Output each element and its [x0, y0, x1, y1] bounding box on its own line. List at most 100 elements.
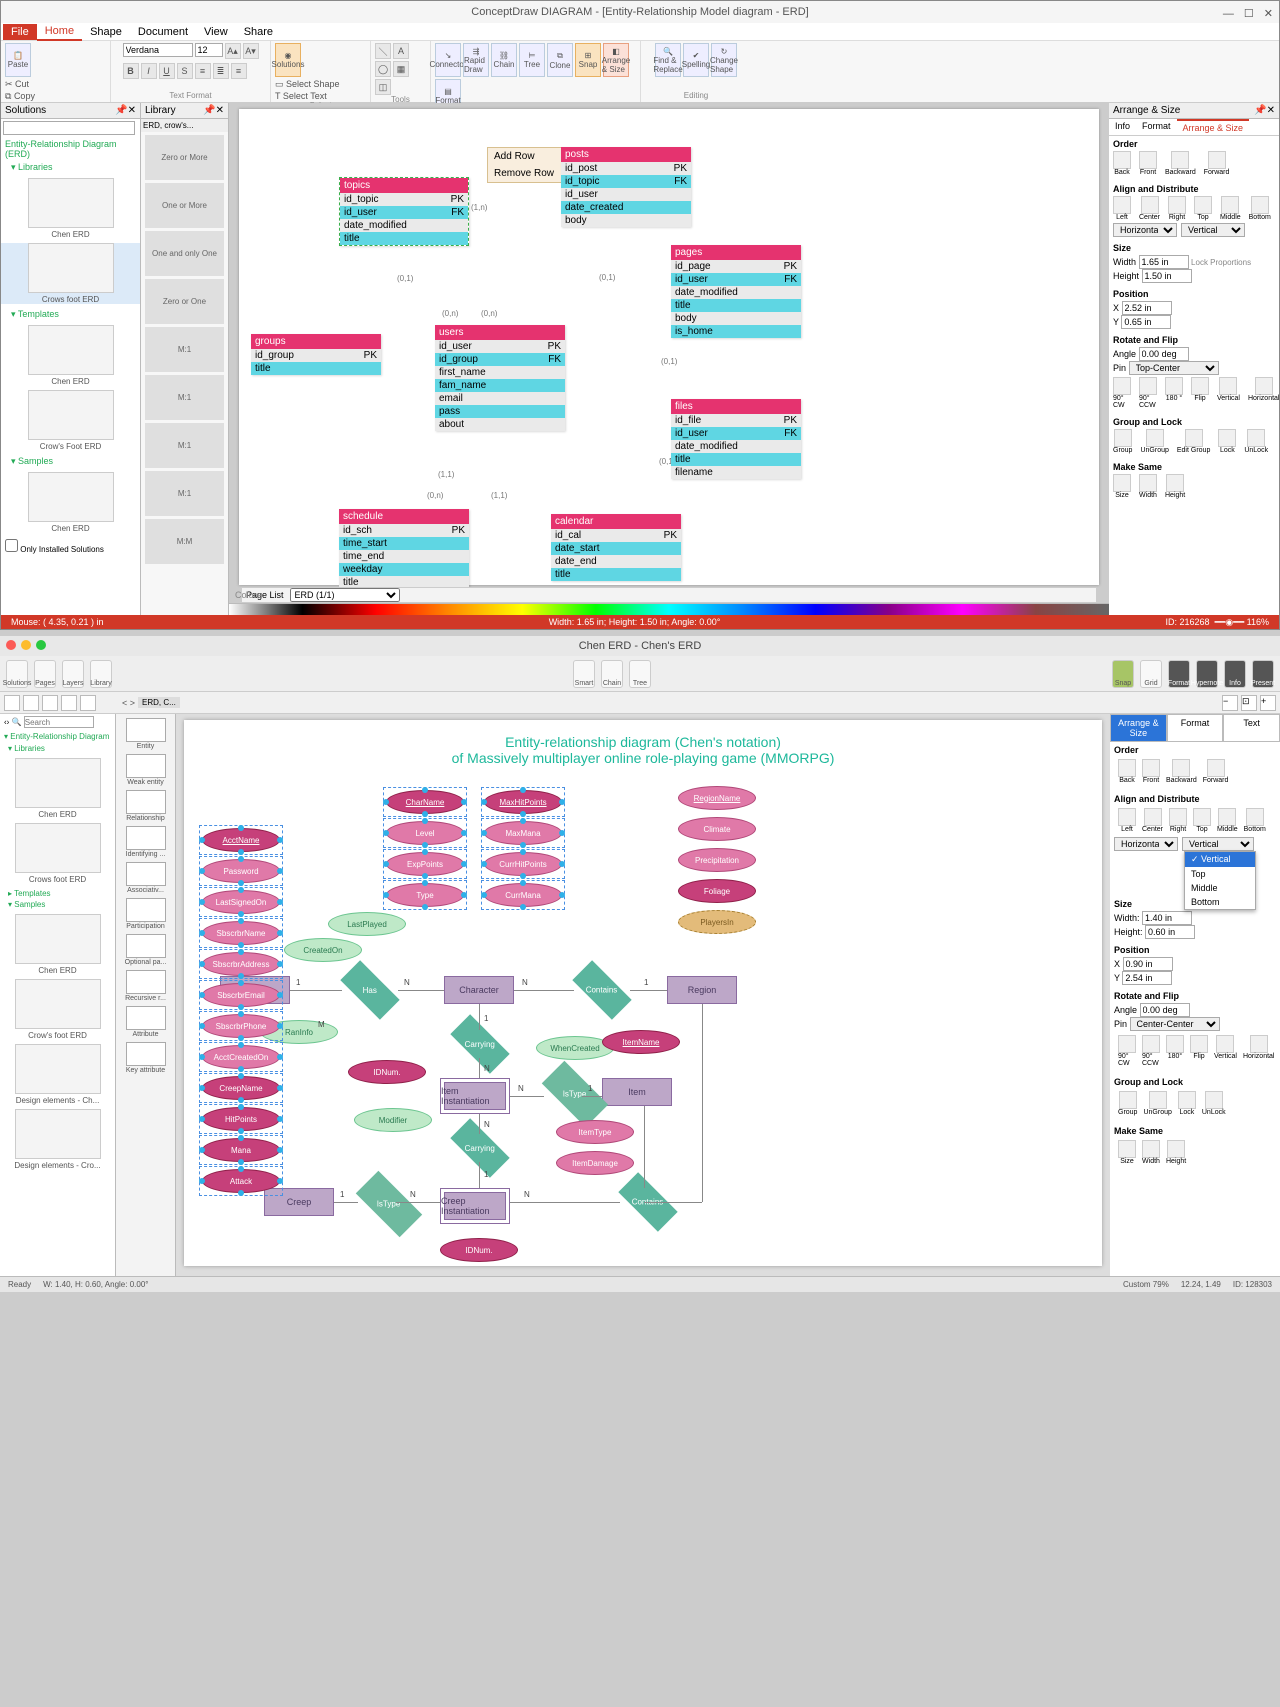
- entity-character[interactable]: Character: [444, 976, 514, 1004]
- tree-samples[interactable]: ▾ Samples: [1, 455, 140, 468]
- vert-menu-bottom[interactable]: Bottom: [1185, 895, 1255, 909]
- entity-posts[interactable]: postsid_postPKid_topicFKid_userdate_crea…: [561, 147, 691, 227]
- bold-icon[interactable]: B: [123, 63, 139, 79]
- btn-horizontal[interactable]: Horizontal: [1248, 377, 1279, 409]
- btn-center[interactable]: Center: [1142, 808, 1163, 833]
- attr-playersin[interactable]: PlayersIn: [678, 910, 756, 934]
- erase-tool-icon[interactable]: ◫: [375, 79, 391, 95]
- tb-pages[interactable]: Pages: [34, 660, 56, 688]
- menu-document[interactable]: Document: [130, 24, 196, 40]
- mac-lib-tab[interactable]: ERD, C...: [138, 697, 180, 708]
- vert-menu-middle[interactable]: Middle: [1185, 881, 1255, 895]
- attr-itemtype[interactable]: ItemType: [556, 1120, 634, 1144]
- tb-info[interactable]: Info: [1224, 660, 1246, 688]
- mac-tree-libs[interactable]: ▾ Libraries: [0, 743, 115, 754]
- font-name-input[interactable]: [123, 43, 193, 57]
- lib-item[interactable]: M:1: [145, 327, 224, 372]
- strike-icon[interactable]: S: [177, 63, 193, 79]
- entity-region[interactable]: Region: [667, 976, 737, 1004]
- btn-size[interactable]: Size: [1113, 474, 1131, 499]
- tb-solutions[interactable]: Solutions: [6, 660, 28, 688]
- mac-horiz-select[interactable]: Horizontal: [1114, 837, 1178, 851]
- btn-size[interactable]: Size: [1118, 1140, 1136, 1165]
- btn-back[interactable]: Back: [1113, 151, 1131, 176]
- tb-library[interactable]: Library: [90, 660, 112, 688]
- tpl-chen[interactable]: Chen ERD: [1, 325, 140, 386]
- rel-istype[interactable]: IsType: [542, 1061, 608, 1127]
- mac-lib-shape[interactable]: Participation: [116, 898, 175, 930]
- ellipse-tool-icon[interactable]: [42, 695, 58, 711]
- tree-libraries[interactable]: ▾ Libraries: [1, 161, 140, 174]
- btn-height[interactable]: Height: [1166, 1140, 1186, 1165]
- expand-icon[interactable]: ‹›: [4, 718, 9, 727]
- btn-back[interactable]: Back: [1118, 759, 1136, 784]
- mac-zoom[interactable]: Custom 79%: [1123, 1280, 1169, 1289]
- tab-info[interactable]: Info: [1109, 119, 1136, 135]
- tree-root[interactable]: Entity-Relationship Diagram (ERD): [1, 137, 140, 161]
- entity-files[interactable]: filesid_filePKid_userFKdate_modifiedtitl…: [671, 399, 801, 479]
- x-input[interactable]: [1122, 301, 1172, 315]
- pen-tool-icon[interactable]: [80, 695, 96, 711]
- attr-itemdamage[interactable]: ItemDamage: [556, 1151, 634, 1175]
- mac-tree-root[interactable]: ▾ Entity-Relationship Diagram: [0, 730, 115, 743]
- menu-home[interactable]: Home: [37, 23, 82, 41]
- btn-vertical[interactable]: Vertical: [1214, 1035, 1237, 1067]
- menu-view[interactable]: View: [196, 24, 236, 40]
- tb-smart[interactable]: Smart: [573, 660, 595, 688]
- mac-sample[interactable]: Crow's foot ERD: [0, 979, 115, 1040]
- mac-h-input[interactable]: [1145, 925, 1195, 939]
- spelling-button[interactable]: ✔Spelling: [683, 43, 709, 77]
- btn-front[interactable]: Front: [1139, 151, 1157, 176]
- vert-menu-top[interactable]: Top: [1185, 867, 1255, 881]
- arr-pin-icon[interactable]: 📌✕: [1254, 105, 1275, 116]
- tb-format[interactable]: Format: [1168, 660, 1190, 688]
- zoom-out-icon[interactable]: −: [1222, 695, 1238, 711]
- btn-ccw[interactable]: 90° CCW: [1139, 377, 1157, 409]
- btn-backward[interactable]: Backward: [1165, 151, 1196, 176]
- mac-lib-shape[interactable]: Identifying ...: [116, 826, 175, 858]
- lib-item[interactable]: M:1: [145, 375, 224, 420]
- mac-search-input[interactable]: [24, 716, 94, 728]
- width-input[interactable]: [1139, 255, 1189, 269]
- entity-item[interactable]: Item: [602, 1078, 672, 1106]
- attr-climate[interactable]: Climate: [678, 817, 756, 841]
- cut-button[interactable]: ✂ Cut: [5, 79, 78, 90]
- entity-topics[interactable]: topicsid_topicPKid_userFKdate_modifiedti…: [339, 177, 469, 246]
- shape-tool-icon[interactable]: ◯: [375, 61, 391, 77]
- max-icon[interactable]: [36, 640, 46, 650]
- btn-group[interactable]: Group: [1113, 429, 1132, 454]
- mac-tree-smp[interactable]: ▾ Samples: [0, 899, 115, 910]
- btn-flip[interactable]: Flip: [1190, 1035, 1208, 1067]
- btn-center[interactable]: Center: [1139, 196, 1160, 221]
- tpl-crow[interactable]: Crow's Foot ERD: [1, 390, 140, 451]
- mac-sample[interactable]: Design elements - Ch...: [0, 1044, 115, 1105]
- lib-pin-icon[interactable]: 📌✕: [203, 105, 224, 116]
- mac-lib-shape[interactable]: Entity: [116, 718, 175, 750]
- vert-menu-vertical[interactable]: ✓ Vertical: [1185, 852, 1255, 867]
- page-select[interactable]: ERD (1/1): [290, 588, 400, 602]
- attr-precipitation[interactable]: Precipitation: [678, 848, 756, 872]
- entity-groups[interactable]: groupsid_groupPKtitle: [251, 334, 381, 375]
- entity-pages[interactable]: pagesid_pagePKid_userFKdate_modifiedtitl…: [671, 245, 801, 338]
- attr-idnum[interactable]: IDNum.: [348, 1060, 426, 1084]
- btn-group[interactable]: Group: [1118, 1091, 1137, 1116]
- close-icon[interactable]: ✕: [1264, 3, 1273, 25]
- tb-snap[interactable]: Snap: [1112, 660, 1134, 688]
- entity-users[interactable]: usersid_userPKid_groupFKfirst_namefam_na…: [435, 325, 565, 431]
- thumb-chen-erd-lib[interactable]: Chen ERD: [1, 178, 140, 239]
- lib-tab[interactable]: ERD, crow's...: [141, 119, 228, 132]
- lib-item[interactable]: Zero or One: [145, 279, 224, 324]
- mac-sample[interactable]: Design elements - Cro...: [0, 1109, 115, 1170]
- btn-backward[interactable]: Backward: [1166, 759, 1197, 784]
- change-shape-button[interactable]: ↻Change Shape: [711, 43, 737, 77]
- mac-lib-shape[interactable]: Relationship: [116, 790, 175, 822]
- find-button[interactable]: 🔍Find & Replace: [655, 43, 681, 77]
- btn-middle[interactable]: Middle: [1217, 808, 1238, 833]
- chain-button[interactable]: ⛓Chain: [491, 43, 517, 77]
- btn-left[interactable]: Left: [1113, 196, 1131, 221]
- btn-cw[interactable]: 90° CW: [1113, 377, 1131, 409]
- zoom-slider[interactable]: ━━◉━━: [1215, 617, 1245, 627]
- mac-lib-shape[interactable]: Weak entity: [116, 754, 175, 786]
- rel-carrying[interactable]: Carrying: [450, 1014, 509, 1073]
- pin-select[interactable]: Top-Center: [1129, 361, 1219, 375]
